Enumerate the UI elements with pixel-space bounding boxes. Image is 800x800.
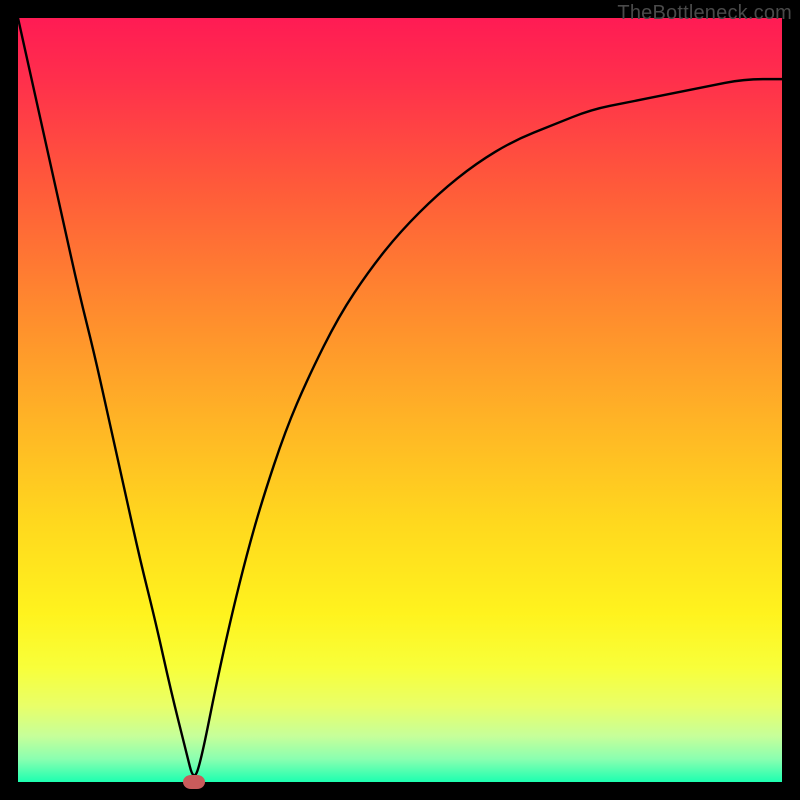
optimal-point-marker	[183, 775, 205, 789]
chart-plot-area	[18, 18, 782, 782]
bottleneck-curve	[18, 18, 782, 782]
watermark-text: TheBottleneck.com	[617, 2, 792, 25]
chart-frame: TheBottleneck.com	[0, 0, 800, 800]
curve-line	[18, 18, 782, 775]
